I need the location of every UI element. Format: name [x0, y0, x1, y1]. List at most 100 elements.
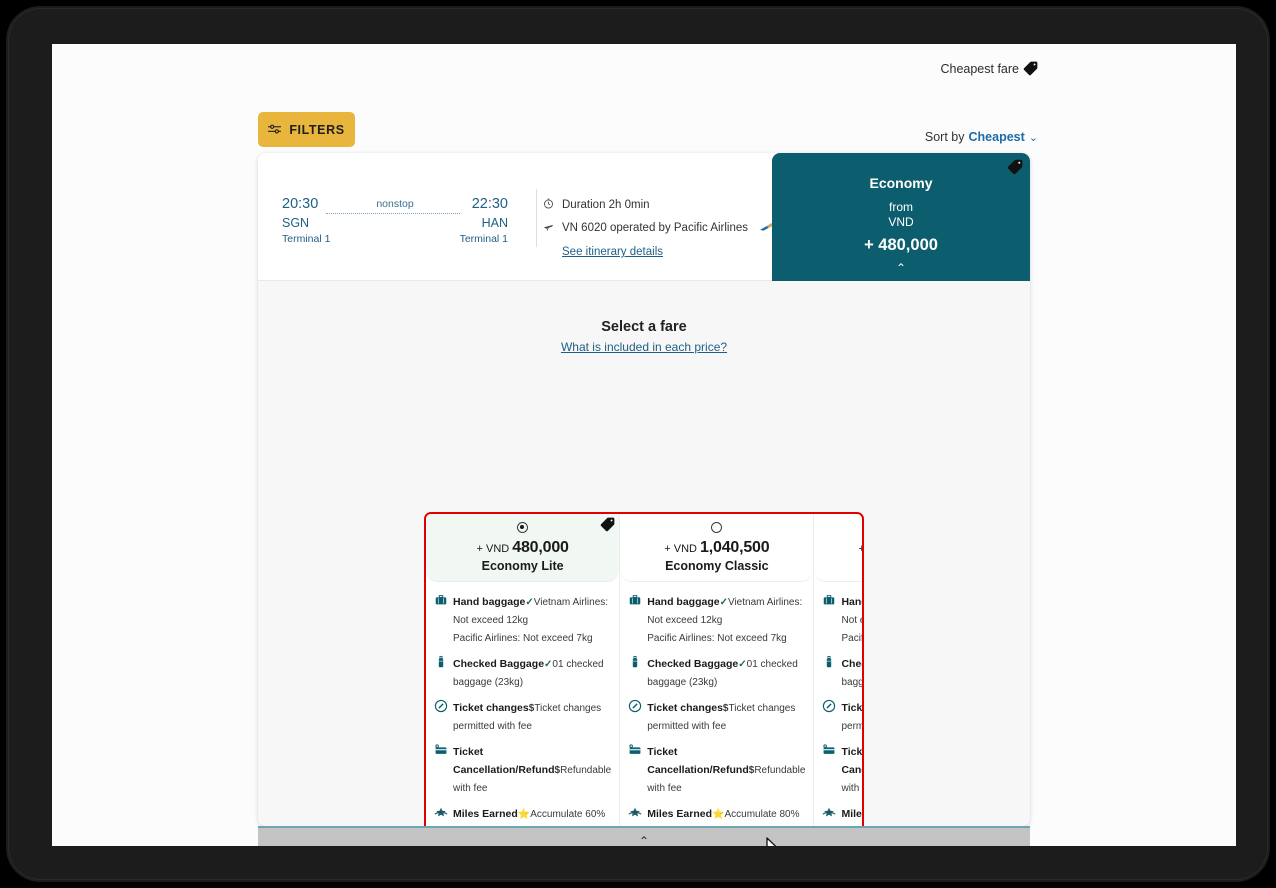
- benefit-description: ⭐Accumulate 100% of miles: [841, 809, 862, 826]
- leg-terminals: Terminal 1 Terminal 1: [282, 233, 508, 247]
- benefit-title: Ticket changes: [841, 702, 863, 714]
- benefit-description: ✓01 checked baggage (23kg): [453, 659, 604, 688]
- benefit-title: Miles Earned: [841, 808, 862, 820]
- fare-currency-prefix: + VND: [476, 543, 510, 555]
- fare-radio-button[interactable]: [711, 522, 723, 533]
- cabin-name: Economy: [869, 175, 933, 191]
- origin-terminal: Terminal 1: [282, 233, 331, 245]
- destination-terminal: Terminal 1: [459, 233, 508, 245]
- benefit-title: Miles Earned: [453, 808, 518, 820]
- fare-benefit-row: Miles Earned⭐Accumulate 60% of miles: [434, 804, 611, 826]
- destination-code: HAN: [481, 216, 508, 230]
- benefit-mark-icon: $: [722, 703, 729, 714]
- benefit-description: ✓01 checked baggage (23kg): [841, 659, 864, 688]
- benefit-description: $Ticket changes permitted with fee: [647, 703, 795, 732]
- cabin-from-label: from: [889, 200, 913, 214]
- fare-options-grid: + VND 480,000 Economy Lite Hand baggage✓Vi…: [424, 512, 864, 826]
- fare-benefit-row: Ticket Cancellation/Refund$Refundable wi…: [628, 742, 805, 796]
- fare-benefit-row: Ticket Cancellation/Refund$Refundable wi…: [434, 742, 611, 796]
- hand-baggage-icon: [822, 592, 836, 646]
- benefit-description: $Refundable with fee: [453, 765, 611, 794]
- benefit-description-text: Refundable with fee: [841, 783, 862, 794]
- cabin-economy-block[interactable]: Economy from VND + 480,000 ⌃: [772, 153, 1030, 281]
- clock-icon: [542, 198, 555, 213]
- flight-result-card: 20:30 nonstop 22:30 SGN HAN Terminal 1 T…: [258, 153, 1030, 826]
- benefit-description-text: Accumulate 100% of miles: [841, 809, 862, 826]
- sort-by-prefix: Sort by: [924, 130, 965, 144]
- chevron-up-icon: ⌃: [638, 834, 650, 846]
- filters-button[interactable]: FILTERS: [258, 112, 355, 147]
- benefit-title: Hand baggage: [647, 596, 720, 608]
- fare-benefits-list: Hand baggage✓Vietnam Airlines: Not excee…: [814, 582, 864, 826]
- benefit-description-text: Refundable with fee: [647, 765, 806, 794]
- chevron-up-icon[interactable]: ⌃: [772, 261, 1030, 275]
- fare-benefit-row: Ticket changes✓Ticket changes permitted …: [822, 698, 864, 734]
- benefit-description-text-2: Pacific Airlines: Not exceed 7kg: [647, 633, 787, 644]
- see-itinerary-details-link[interactable]: See itinerary details: [562, 246, 663, 258]
- benefit-title: Ticket changes: [647, 702, 723, 714]
- chevron-down-icon: ⌄: [1028, 131, 1038, 144]
- duration-text: Duration 2h 0min: [562, 199, 650, 211]
- miles-icon: [822, 804, 836, 826]
- flight-summary-row: 20:30 nonstop 22:30 SGN HAN Terminal 1 T…: [258, 153, 1030, 281]
- departure-time: 20:30: [282, 196, 319, 212]
- fare-option-card[interactable]: + VND 480,000 Economy Lite Hand baggage✓Vi…: [426, 514, 621, 826]
- benefit-mark-icon: ✓: [544, 659, 553, 670]
- benefit-title: Ticket Cancellation/Refund: [453, 746, 555, 776]
- benefit-description: ✓Vietnam Airlines: Not exceed 12kgPacifi…: [647, 597, 802, 644]
- benefit-title: Miles Earned: [647, 808, 713, 820]
- fare-benefit-row: Checked Baggage✓01 checked baggage (23kg…: [822, 654, 864, 690]
- fare-benefit-row: Checked Baggage✓01 checked baggage (23kg…: [434, 654, 611, 690]
- benefit-description-text-2: Pacific Airlines: Not exceed 7kg: [841, 633, 864, 644]
- fare-option-header[interactable]: + VND 480,000 Economy Lite: [426, 514, 620, 582]
- flight-meta: Duration 2h 0min VN 6020 operated by Pac…: [542, 198, 774, 258]
- benefit-description-text: Vietnam Airlines: Not exceed 12kg: [841, 615, 862, 626]
- sort-by-control[interactable]: Sort by Cheapest ⌄: [925, 130, 1038, 144]
- fare-benefit-row: Hand baggage✓Vietnam Airlines: Not excee…: [628, 592, 805, 646]
- hand-baggage-icon: [628, 592, 642, 646]
- cheapest-fare-label: Cheapest fare: [940, 61, 1019, 76]
- benefit-description: ✓Vietnam Airlines: Not exceed 12kgPacifi…: [841, 597, 864, 644]
- fare-radio-button[interactable]: [517, 522, 529, 533]
- benefit-description: ⭐Accumulate 80% of miles: [647, 809, 800, 826]
- benefit-description: $Ticket changes permitted with fee: [453, 703, 601, 732]
- benefit-description-text: 01 checked baggage (23kg): [841, 677, 864, 688]
- arrival-time: 22:30: [471, 196, 508, 212]
- benefit-mark-icon: ⭐: [517, 809, 531, 820]
- checked-baggage-icon: [822, 654, 836, 690]
- fare-option-card[interactable]: + VND 1,040,500 Economy Classic Hand bagga…: [620, 514, 815, 826]
- refund-icon: [628, 742, 642, 796]
- what-is-included-link[interactable]: What is included in each price?: [258, 340, 1030, 354]
- browser-viewport: Cheapest fare FILTERS Sort by Cheapest ⌄…: [52, 44, 1236, 846]
- fare-benefits-list: Hand baggage✓Vietnam Airlines: Not excee…: [426, 582, 619, 826]
- benefit-title: Checked Baggage: [647, 658, 739, 670]
- leg-airport-codes: SGN HAN: [282, 216, 508, 232]
- fare-option-header[interactable]: + VND 2,288,500 Economy Flex: [814, 514, 862, 582]
- fare-price: + VND 480,000: [426, 539, 619, 557]
- fare-benefit-row: Hand baggage✓Vietnam Airlines: Not excee…: [434, 592, 611, 646]
- fare-selection-area: Select a fare What is included in each p…: [258, 281, 1030, 826]
- fare-price-value: 480,000: [512, 539, 569, 556]
- fare-name: Economy Classic: [665, 559, 769, 573]
- select-a-fare-title: Select a fare: [601, 319, 687, 335]
- miles-icon: [628, 804, 642, 826]
- fare-name: Economy Lite: [481, 559, 564, 573]
- benefit-description: ✓Ticket changes permitted without fee: [841, 703, 864, 732]
- benefit-description-text: Ticket changes permitted with fee: [453, 703, 602, 732]
- refund-icon: [434, 742, 448, 796]
- fare-currency-prefix: + VND: [664, 543, 697, 555]
- benefit-description-text: Ticket changes permitted with fee: [647, 703, 796, 732]
- fare-option-card[interactable]: + VND 2,288,500Economy FlexHand baggage✓…: [814, 514, 864, 826]
- benefit-title: Ticket Cancellation/Refund: [841, 746, 863, 776]
- fare-option-header[interactable]: + VND 1,040,500 Economy Classic: [620, 514, 814, 582]
- collapse-results-bar[interactable]: ⌃: [258, 826, 1030, 846]
- leg-dotted-line: [326, 213, 460, 214]
- benefit-title: Checked Baggage: [841, 658, 862, 670]
- benefit-description-text: Ticket changes permitted without fee: [841, 721, 864, 732]
- miles-icon: [434, 804, 448, 826]
- ticket-changes-icon: [628, 698, 642, 734]
- airline-logo-icon: [759, 221, 774, 235]
- benefit-description-text: Refundable with fee: [453, 765, 612, 794]
- fare-benefits-list: Hand baggage✓Vietnam Airlines: Not excee…: [620, 582, 813, 826]
- tag-icon: [1007, 159, 1023, 175]
